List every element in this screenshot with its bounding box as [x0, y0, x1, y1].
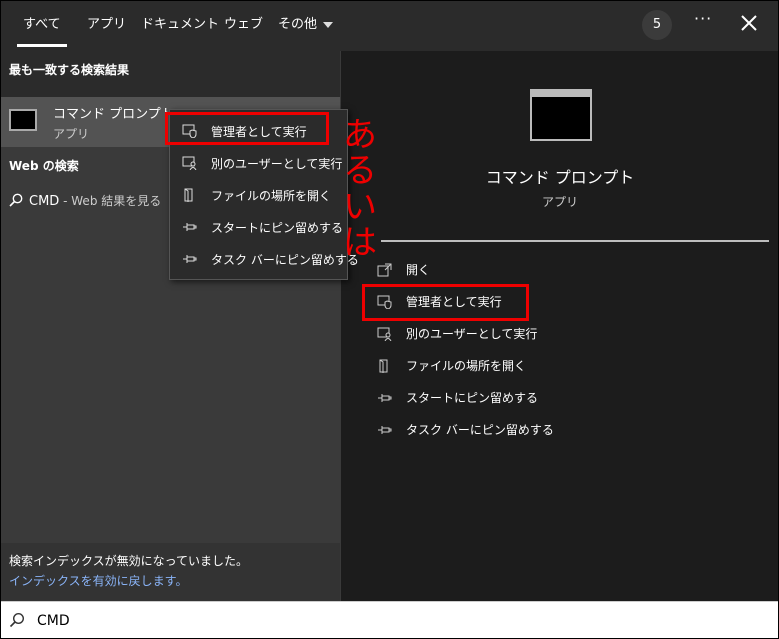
preview-title: コマンド プロンプト — [485, 168, 635, 187]
chevron-down-icon — [323, 21, 334, 28]
menu-run-as-other-user-label: 別のユーザーとして実行 — [211, 157, 343, 171]
best-match-type: アプリ — [53, 127, 90, 141]
search-icon — [9, 612, 25, 628]
tab-apps[interactable]: アプリ — [87, 1, 126, 51]
open-icon — [377, 263, 392, 277]
annotation-char: る — [343, 151, 377, 191]
search-bar — [1, 601, 778, 638]
menu-pin-to-start[interactable]: スタートにピン留めする — [170, 212, 347, 242]
enable-index-link[interactable]: インデックスを有効に戻します。 — [9, 572, 187, 589]
tab-documents[interactable]: ドキュメント — [141, 1, 219, 51]
search-input[interactable] — [35, 608, 739, 634]
annotation-text: あ る い は — [343, 117, 383, 261]
command-prompt-icon — [9, 109, 37, 131]
best-match-heading: 最も一致する検索結果 — [9, 63, 130, 77]
preview-subtitle: アプリ — [541, 195, 578, 209]
menu-pin-to-taskbar[interactable]: タスク バーにピン留めする — [170, 244, 359, 274]
folder-icon — [184, 188, 193, 202]
web-suffix: - Web 結果を見る — [59, 194, 162, 208]
annotation-char: あ — [343, 115, 377, 155]
action-pin-to-start-label: スタートにピン留めする — [406, 391, 539, 405]
annotation-char: は — [343, 223, 377, 263]
user-icon — [182, 156, 197, 170]
best-match-name: コマンド プロンプト — [53, 107, 174, 122]
action-pin-to-taskbar-label: タスク バーにピン留めする — [406, 423, 554, 437]
menu-pin-to-start-label: スタートにピン留めする — [211, 221, 344, 235]
index-notice-text: 検索インデックスが無効になっていました。 — [9, 554, 249, 568]
web-search-heading: Web の検索 — [9, 159, 79, 173]
index-notice: 検索インデックスが無効になっていました。 インデックスを有効に戻します。 — [1, 543, 340, 601]
pin-icon — [378, 394, 392, 402]
tab-all[interactable]: すべて — [17, 1, 67, 51]
close-icon[interactable] — [738, 12, 760, 34]
menu-pin-to-taskbar-label: タスク バーにピン留めする — [211, 253, 359, 267]
search-icon — [9, 193, 23, 207]
pin-icon — [183, 255, 197, 263]
more-options-button[interactable]: ··· — [694, 9, 712, 28]
top-tab-bar: すべて アプリ ドキュメント ウェブ その他 5 ··· — [1, 1, 778, 51]
action-open-label: 開く — [406, 263, 431, 277]
search-window: すべて アプリ ドキュメント ウェブ その他 5 ··· 最も一致する検索結果 … — [0, 0, 779, 639]
rewards-badge[interactable]: 5 — [642, 10, 672, 40]
user-icon — [377, 327, 392, 341]
pin-icon — [378, 426, 392, 434]
highlight-box-preview — [362, 284, 529, 321]
tab-web[interactable]: ウェブ — [224, 1, 263, 51]
command-prompt-large-icon — [530, 89, 592, 141]
pin-icon — [183, 223, 197, 231]
tab-more-label: その他 — [278, 17, 318, 32]
annotation-char: い — [343, 187, 377, 227]
action-run-as-other-user-label: 別のユーザーとして実行 — [406, 327, 538, 341]
folder-icon — [379, 359, 388, 373]
web-search-result[interactable]: CMD - Web 結果を見る — [9, 192, 161, 209]
preview-panel: コマンド プロンプト アプリ 開く 管理者として実行 別のユーザーとして実行 フ… — [340, 51, 778, 601]
highlight-box-context — [165, 112, 329, 145]
menu-open-file-location-label: ファイルの場所を開く — [211, 189, 332, 203]
web-query: CMD — [29, 194, 60, 209]
action-open-file-location-label: ファイルの場所を開く — [406, 359, 527, 373]
tab-more[interactable]: その他 — [278, 1, 334, 51]
menu-open-file-location[interactable]: ファイルの場所を開く — [170, 180, 347, 210]
divider — [381, 240, 769, 242]
menu-run-as-other-user[interactable]: 別のユーザーとして実行 — [170, 148, 347, 178]
